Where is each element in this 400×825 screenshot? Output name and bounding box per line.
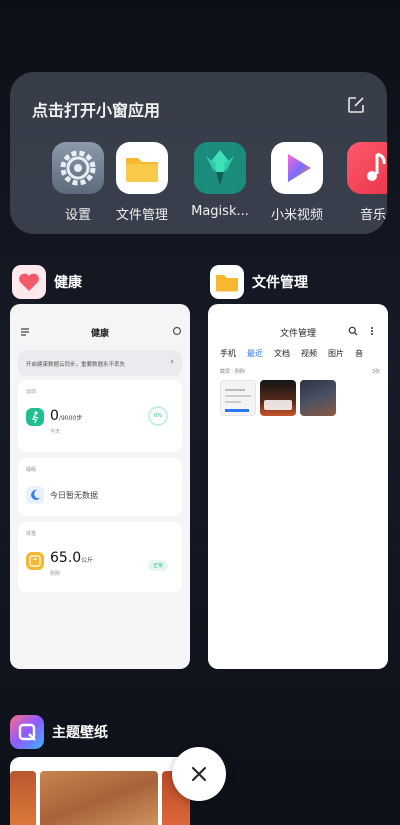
app-label: Magisk... [191,204,249,219]
health-icon [12,265,46,299]
floating-window-panel: 点击打开小窗应用 设置 文件管理 Magisk... 小米视频 音乐 [10,72,387,234]
close-icon [192,767,206,781]
steps-sub: 今天 [50,429,61,435]
sync-banner: 开启健康数据云同步，重要数据永不丢失 › [18,350,182,376]
app-music[interactable]: 音乐 [333,142,387,222]
files-card-header: 文件管理 [210,265,308,299]
recent-group-label: 截屏 · 刚刚 [220,369,245,375]
tab-images: 图片 [328,349,344,358]
tab-videos: 视频 [301,349,317,358]
screenshot-thumbnail [260,380,296,416]
files-screen-title: 文件管理 [279,329,316,339]
tab-audio: 音 [355,349,363,358]
health-recent-card[interactable]: 健康 开启健康数据云同步，重要数据永不丢失 › 运动 0/9000步 今天 0%… [10,304,190,669]
moon-icon [26,486,44,504]
sleep-text: 今日暂无数据 [50,491,98,500]
gear-icon [172,326,182,336]
app-mi-video[interactable]: 小米视频 [257,142,337,222]
weight-number: 65.0 [50,550,82,566]
health-app-name: 健康 [54,275,82,291]
music-icon [347,142,387,194]
search-icon [348,326,358,336]
exercise-section: 运动 0/9000步 今天 0% [18,380,182,452]
app-label: 文件管理 [115,208,168,222]
settings-icon [52,142,104,194]
steps-count: 0 [50,408,59,424]
health-screen-title: 健康 [90,329,109,339]
theme-app-name: 主题壁纸 [52,725,108,741]
section-label: 体重 [26,531,37,537]
steps-unit: /9000步 [58,415,83,422]
steps-value: 0/9000步 [50,408,82,424]
tab-recent: 最近 [247,349,263,358]
tab-phone: 手机 [220,349,236,358]
more-icon [371,327,373,335]
screenshot-thumbnail [300,380,336,416]
wallpaper-thumbnail [40,771,158,825]
mi-video-icon [271,142,323,194]
banner-text: 开启健康数据云同步，重要数据永不丢失 [26,362,126,368]
section-label: 运动 [26,389,37,395]
theme-icon [10,715,44,749]
app-label: 音乐 [359,208,386,222]
app-shortcut-row: 设置 文件管理 Magisk... 小米视频 音乐 [10,142,387,222]
panel-title: 点击打开小窗应用 [32,101,161,120]
section-label: 睡眠 [26,467,37,473]
magisk-icon [194,142,246,194]
running-icon [26,408,44,426]
weight-value: 65.0公斤 [50,550,93,566]
edit-icon[interactable] [347,96,365,114]
progress-ring: 0% [148,406,168,426]
screenshot-thumbnail [220,380,256,416]
recent-group-count: 3张 [371,369,380,375]
weight-unit: 公斤 [81,557,94,564]
health-card-header: 健康 [12,265,82,299]
tab-documents: 文档 [274,349,290,358]
sleep-section: 睡眠 今日暂无数据 [18,458,182,516]
app-label: 小米视频 [270,208,323,222]
weight-sub: 刚刚 [50,571,61,577]
files-tabs: 手机 最近 文档 视频 图片 音 [220,348,363,359]
chevron-right-icon: › [170,357,174,367]
app-files[interactable]: 文件管理 [102,142,182,222]
files-icon [210,265,244,299]
weight-section: 体重 65.0公斤 刚刚 正常 [18,522,182,592]
files-icon [116,142,168,194]
scale-icon [26,552,44,570]
clear-all-button[interactable] [172,747,226,801]
app-magisk[interactable]: Magisk... [180,142,260,219]
wallpaper-thumbnail [10,771,36,825]
theme-card-header: 主题壁纸 [10,715,108,749]
files-app-name: 文件管理 [252,275,308,291]
files-recent-card[interactable]: 文件管理 手机 最近 文档 视频 图片 音 截屏 · 刚刚 3张 [208,304,388,669]
theme-recent-card[interactable] [10,757,190,825]
status-badge: 正常 [147,560,168,571]
